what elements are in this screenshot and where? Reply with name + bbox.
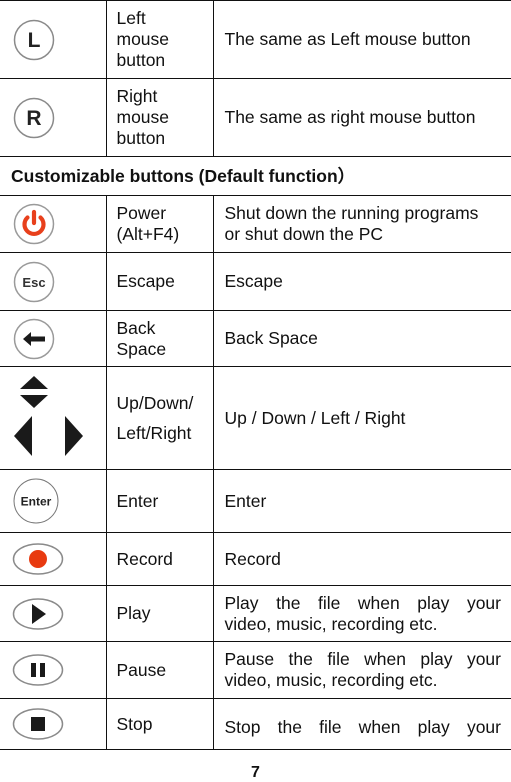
play-icon	[12, 597, 64, 630]
record-icon	[12, 543, 64, 575]
pause-icon	[12, 654, 64, 686]
enter-icon: Enter	[13, 478, 59, 524]
button-name: Right mouse button	[105, 78, 214, 157]
button-description: Pause the file when play your video, mus…	[212, 641, 511, 699]
table-row: Back Space Back Space	[0, 310, 511, 367]
button-name: Left mouse button	[105, 0, 214, 79]
button-description: Play the file when play your video, musi…	[212, 585, 511, 642]
description-line: video, music, recording etc.	[224, 613, 438, 634]
name-line: button	[116, 50, 166, 70]
table-row: Stop Stop the file when play your	[0, 698, 511, 750]
button-name: Back Space	[105, 310, 214, 367]
description-line: Enter	[224, 490, 267, 511]
table-row: Esc Escape Escape	[0, 252, 511, 311]
description-line: or shut down the PC	[224, 224, 384, 244]
icon-cell	[0, 585, 107, 642]
button-description: The same as Left mouse button	[212, 0, 511, 79]
table-row: L Left mouse button The same as Left mou…	[0, 0, 511, 79]
name-line: Left	[116, 8, 146, 28]
button-name: Stop	[105, 698, 214, 750]
name-line: Right	[116, 86, 158, 106]
section-header: Customizable buttons (Default function）	[0, 156, 511, 196]
description-line: Shut down the running programs	[224, 203, 479, 223]
name-line: button	[116, 128, 166, 148]
arrow-left-icon	[14, 416, 32, 456]
description-line: video, music, recording etc.	[224, 670, 438, 690]
name-line: Play	[116, 603, 151, 623]
icon-cell: Esc	[0, 252, 107, 311]
name-line: Left/Right	[116, 423, 192, 443]
button-name: Power (Alt+F4)	[105, 195, 214, 253]
svg-text:L: L	[28, 29, 41, 52]
button-description: The same as right mouse button	[212, 78, 511, 157]
icon-cell	[0, 532, 107, 586]
description-line: Back Space	[224, 328, 318, 348]
description-line: Stop the file when play your	[224, 716, 502, 737]
section-header-row: Customizable buttons (Default function）	[0, 156, 511, 196]
button-description: Stop the file when play your	[212, 698, 511, 750]
button-name: Play	[105, 585, 214, 642]
name-line: Up/Down/	[116, 393, 194, 413]
table-row: Pause Pause the file when play your vide…	[0, 641, 511, 699]
icon-cell: R	[0, 78, 107, 157]
button-description: Up / Down / Left / Right	[212, 366, 511, 470]
button-function-table: L Left mouse button The same as Left mou…	[0, 0, 511, 750]
icon-cell	[0, 366, 107, 470]
direction-arrows-icon	[14, 376, 83, 456]
button-name: Escape	[105, 252, 214, 311]
button-description: Escape	[212, 252, 511, 311]
description-line: Play the file when play your	[224, 592, 502, 613]
table-row: Up/Down/ Left/Right Up / Down / Left / R…	[0, 366, 511, 470]
icon-cell	[0, 641, 107, 699]
name-line: mouse	[116, 29, 170, 49]
name-line: mouse	[116, 107, 170, 127]
svg-text:R: R	[26, 107, 41, 130]
button-name: Up/Down/ Left/Right	[105, 366, 214, 470]
button-description: Enter	[212, 469, 511, 533]
button-description: Record	[212, 532, 511, 586]
arrow-up-icon	[20, 376, 48, 389]
name-line: (Alt+F4)	[116, 224, 180, 244]
icon-cell	[0, 310, 107, 367]
icon-cell: L	[0, 0, 107, 79]
name-line: Stop	[116, 713, 153, 734]
description-line: Escape	[224, 271, 283, 291]
stop-icon	[12, 708, 64, 740]
left-mouse-icon: L	[13, 19, 55, 60]
description-line: Record	[224, 548, 281, 569]
icon-cell	[0, 195, 107, 253]
button-name: Pause	[105, 641, 214, 699]
name-line: Back	[116, 317, 156, 338]
page-number: 7	[251, 764, 260, 781]
button-description: Shut down the running programs or shut d…	[212, 195, 511, 253]
name-line: Space	[116, 338, 167, 359]
table-row: R Right mouse button The same as right m…	[0, 78, 511, 157]
name-line: Escape	[116, 271, 175, 291]
icon-cell	[0, 698, 107, 750]
description-line: Pause the file when play your	[224, 649, 502, 669]
table-row: Power (Alt+F4) Shut down the running pro…	[0, 195, 511, 253]
name-line: Pause	[116, 659, 167, 680]
description-line: Up / Down / Left / Right	[224, 407, 406, 428]
table-row: Enter Enter Enter	[0, 469, 511, 533]
name-line: Enter	[116, 490, 159, 511]
table-row: Record Record	[0, 532, 511, 586]
svg-text:Esc: Esc	[22, 275, 45, 290]
button-name: Enter	[105, 469, 214, 533]
power-icon	[13, 203, 55, 245]
right-mouse-icon: R	[13, 97, 55, 138]
esc-icon: Esc	[13, 261, 55, 302]
svg-text:Enter: Enter	[21, 495, 52, 509]
arrow-down-icon	[20, 395, 48, 408]
button-name: Record	[105, 532, 214, 586]
backspace-arrow-icon	[13, 318, 55, 359]
table-row: Play Play the file when play your video,…	[0, 585, 511, 642]
arrow-right-icon	[65, 416, 83, 456]
name-line: Record	[116, 548, 173, 569]
name-line: Power	[116, 203, 167, 223]
icon-cell: Enter	[0, 469, 107, 533]
button-description: Back Space	[212, 310, 511, 367]
